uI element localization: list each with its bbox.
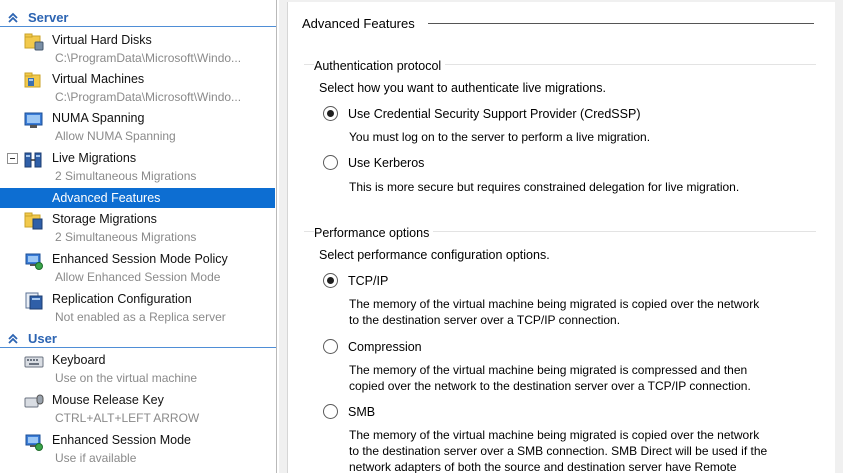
nav-item-subtext: Use on the virtual machine <box>55 371 198 385</box>
authentication-protocol-group: Authentication protocol Select how you w… <box>304 59 816 206</box>
collapse-chevron-icon[interactable] <box>6 11 20 25</box>
smb-help-line-3: network adapters of both the source and … <box>349 460 737 473</box>
kerberos-radio[interactable] <box>323 155 338 170</box>
nav-item-subtext: 2 Simultaneous Migrations <box>55 169 197 183</box>
credssp-label[interactable]: Use Credential Security Support Provider… <box>348 107 640 121</box>
settings-navigation: Server Virtual Hard Disks C:\ProgramData… <box>0 0 277 473</box>
nav-item-subtext: C:\ProgramData\Microsoft\Windo... <box>55 51 242 65</box>
nav-item-subtext: Allow NUMA Spanning <box>55 129 176 143</box>
nav-item-virtual-hard-disks[interactable]: Virtual Hard Disks C:\ProgramData\Micros… <box>0 30 276 69</box>
session-policy-icon <box>25 253 43 270</box>
user-section-header[interactable]: User <box>0 330 276 348</box>
nav-item-label: Mouse Release Key <box>52 393 164 407</box>
collapse-toggle-icon[interactable] <box>7 153 18 164</box>
nav-item-label: NUMA Spanning <box>52 111 145 125</box>
mouse-icon <box>24 394 44 408</box>
page-title: Advanced Features <box>302 16 415 31</box>
compression-radio[interactable] <box>323 339 338 354</box>
compression-help-line-2: copied over the network to the destinati… <box>349 379 751 393</box>
nav-item-mouse-release-key[interactable]: Mouse Release Key CTRL+ALT+LEFT ARROW <box>0 390 276 429</box>
nav-item-live-migrations[interactable]: Live Migrations 2 Simultaneous Migration… <box>0 148 276 187</box>
nav-item-subtext: 2 Simultaneous Migrations <box>55 230 197 244</box>
nav-item-numa-spanning[interactable]: NUMA Spanning Allow NUMA Spanning <box>0 108 276 147</box>
live-migration-icon <box>24 152 42 168</box>
smb-help-line-1: The memory of the virtual machine being … <box>349 428 760 442</box>
session-mode-icon <box>25 434 43 451</box>
nav-item-keyboard[interactable]: Keyboard Use on the virtual machine <box>0 350 276 389</box>
credssp-help: You must log on to the server to perform… <box>349 130 651 144</box>
nav-item-subtext: CTRL+ALT+LEFT ARROW <box>55 411 200 425</box>
nav-item-subtext: Allow Enhanced Session Mode <box>55 270 221 284</box>
compression-label[interactable]: Compression <box>348 340 422 354</box>
nav-item-label: Keyboard <box>52 353 106 367</box>
tcpip-label[interactable]: TCP/IP <box>348 274 388 288</box>
keyboard-icon <box>24 356 44 368</box>
nav-item-label: Enhanced Session Mode Policy <box>52 252 228 266</box>
group-title: Authentication protocol <box>314 59 446 73</box>
nav-item-advanced-features[interactable]: Advanced Features <box>0 188 275 208</box>
user-section-title: User <box>28 331 57 346</box>
nav-item-subtext: Not enabled as a Replica server <box>55 310 226 324</box>
tcpip-help-line-2: to the destination server over a TCP/IP … <box>349 313 621 327</box>
nav-item-replication-configuration[interactable]: Replication Configuration Not enabled as… <box>0 289 276 328</box>
server-section-title: Server <box>28 10 69 25</box>
tcpip-radio[interactable] <box>323 273 338 288</box>
compression-help-line-1: The memory of the virtual machine being … <box>349 363 748 377</box>
credssp-radio[interactable] <box>323 106 338 121</box>
numa-icon <box>24 112 43 128</box>
group-description: Select how you want to authenticate live… <box>319 81 606 95</box>
nav-item-label: Advanced Features <box>52 191 161 205</box>
group-description: Select performance configuration options… <box>319 248 550 262</box>
nav-item-subtext: Use if available <box>55 451 137 465</box>
smb-help-line-2: to the destination server over a SMB con… <box>349 444 768 458</box>
performance-options-group: Performance options Select performance c… <box>304 226 816 473</box>
nav-item-storage-migrations[interactable]: Storage Migrations 2 Simultaneous Migrat… <box>0 209 276 248</box>
nav-item-enhanced-session-mode-policy[interactable]: Enhanced Session Mode Policy Allow Enhan… <box>0 249 276 288</box>
nav-item-label: Virtual Machines <box>52 72 145 86</box>
collapse-chevron-icon[interactable] <box>6 332 20 346</box>
nav-item-label: Virtual Hard Disks <box>52 33 152 47</box>
smb-label[interactable]: SMB <box>348 405 375 419</box>
settings-page: Advanced Features Authentication protoco… <box>287 2 835 473</box>
kerberos-help: This is more secure but requires constra… <box>349 180 740 194</box>
disk-folder-icon <box>24 33 44 51</box>
nav-item-virtual-machines[interactable]: Virtual Machines C:\ProgramData\Microsof… <box>0 69 276 108</box>
nav-item-subtext: C:\ProgramData\Microsoft\Windo... <box>55 90 242 104</box>
storage-migration-icon <box>24 212 43 230</box>
smb-radio[interactable] <box>323 404 338 419</box>
nav-item-label: Enhanced Session Mode <box>52 433 191 447</box>
heading-divider <box>428 23 814 24</box>
nav-item-enhanced-session-mode[interactable]: Enhanced Session Mode Use if available <box>0 430 276 469</box>
tcpip-help-line-1: The memory of the virtual machine being … <box>349 297 760 311</box>
server-section-header[interactable]: Server <box>0 9 276 27</box>
nav-item-label: Storage Migrations <box>52 212 157 226</box>
kerberos-label[interactable]: Use Kerberos <box>348 156 424 170</box>
settings-panel: Advanced Features Authentication protoco… <box>279 0 843 473</box>
nav-item-label: Replication Configuration <box>52 292 192 306</box>
vm-folder-icon <box>24 72 41 88</box>
nav-item-label: Live Migrations <box>52 151 137 165</box>
group-title: Performance options <box>314 226 434 240</box>
replication-icon <box>25 292 43 310</box>
